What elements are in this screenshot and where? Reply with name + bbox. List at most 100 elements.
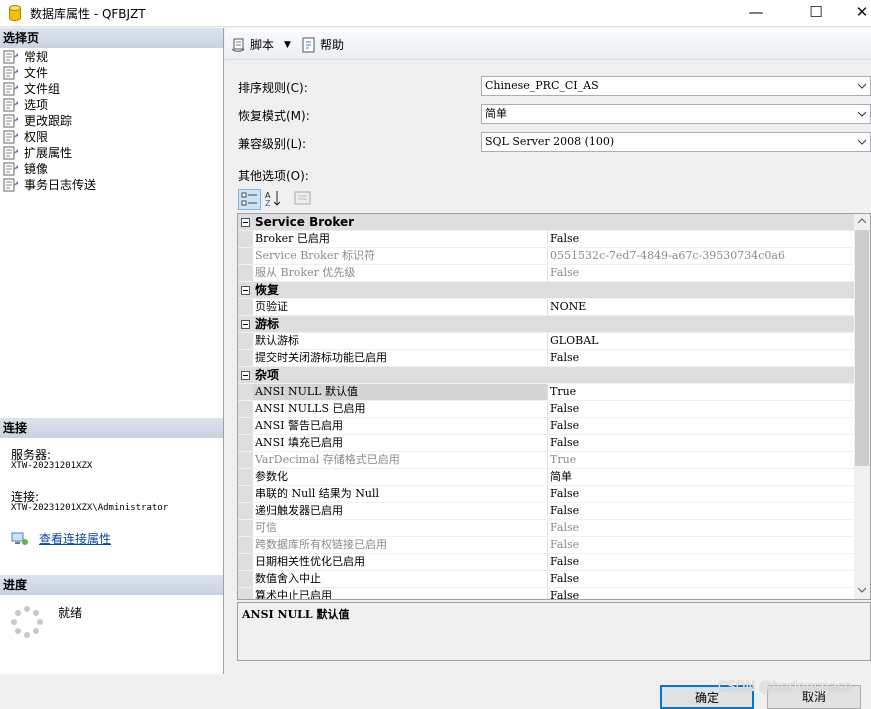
nav-item-change-tracking[interactable]: 更改跟踪 xyxy=(3,113,96,129)
property-value[interactable]: 0551532c-7ed7-4849-a67c-39530734c0a6 xyxy=(548,248,855,264)
property-value[interactable]: NONE xyxy=(548,299,855,315)
grid-scrollbar[interactable] xyxy=(854,214,870,599)
row-gutter xyxy=(238,401,253,417)
property-value[interactable]: True xyxy=(548,452,855,468)
grid-property-row[interactable]: 日期相关性优化已启用 False xyxy=(238,554,855,571)
nav-item-general[interactable]: 常规 xyxy=(3,49,96,65)
grid-property-row[interactable]: ANSI 警告已启用 False xyxy=(238,418,855,435)
minimize-button[interactable]: — xyxy=(733,0,779,26)
nav-item-label: 常规 xyxy=(24,50,49,64)
nav-item-log-shipping[interactable]: 事务日志传送 xyxy=(3,177,96,193)
grid-property-row[interactable]: ANSI NULL 默认值 True xyxy=(238,384,855,401)
window-title: 数据库属性 - QFBJZT xyxy=(30,7,146,21)
recovery-model-select[interactable]: 简单 xyxy=(481,104,871,124)
row-gutter xyxy=(238,435,253,451)
grid-property-row[interactable]: Broker 已启用 False xyxy=(238,231,855,248)
collapse-icon[interactable] xyxy=(241,217,250,227)
nav-item-filegroups[interactable]: 文件组 xyxy=(3,81,96,97)
dropdown-arrow-icon[interactable]: ▼ xyxy=(284,40,291,50)
category-name: 游标 xyxy=(255,317,280,331)
property-value[interactable]: False xyxy=(548,554,855,570)
grid-property-row[interactable]: Service Broker 标识符 0551532c-7ed7-4849-a67… xyxy=(238,248,855,265)
nav-item-files[interactable]: 文件 xyxy=(3,65,96,81)
row-gutter xyxy=(238,350,253,366)
scroll-down-icon[interactable] xyxy=(858,587,866,593)
grid-property-row[interactable]: 参数化 简单 xyxy=(238,469,855,486)
row-gutter xyxy=(238,554,253,570)
nav-item-permissions[interactable]: 权限 xyxy=(3,129,96,145)
property-name: Service Broker 标识符 xyxy=(253,248,548,264)
scroll-up-icon[interactable] xyxy=(858,218,866,224)
row-gutter xyxy=(238,418,253,434)
property-value[interactable]: False xyxy=(548,571,855,587)
chevron-down-icon xyxy=(858,111,866,117)
row-gutter[interactable] xyxy=(238,367,253,383)
scrollbar-thumb[interactable] xyxy=(855,230,869,466)
row-gutter[interactable] xyxy=(238,316,253,332)
script-button[interactable]: 脚本 ▼ xyxy=(231,36,291,53)
property-value[interactable]: False xyxy=(548,588,855,599)
property-value[interactable]: 简单 xyxy=(548,469,855,485)
property-pages-button[interactable] xyxy=(292,189,315,210)
compat-level-select[interactable]: SQL Server 2008 (100) xyxy=(481,132,871,152)
property-value[interactable]: False xyxy=(548,520,855,536)
grid-category-row[interactable]: 游标 xyxy=(238,316,855,333)
row-gutter xyxy=(238,486,253,502)
property-value[interactable]: GLOBAL xyxy=(548,333,855,349)
grid-property-row[interactable]: 提交时关闭游标功能已启用 False xyxy=(238,350,855,367)
maximize-button[interactable]: ☐ xyxy=(793,0,839,26)
property-value[interactable]: False xyxy=(548,265,855,281)
help-icon xyxy=(302,37,315,52)
progress-status: 就绪 xyxy=(58,606,83,620)
description-title: ANSI NULL 默认值 xyxy=(242,608,350,621)
property-value[interactable]: False xyxy=(548,401,855,417)
collapse-icon[interactable] xyxy=(241,370,250,380)
property-value[interactable]: False xyxy=(548,503,855,519)
grid-property-row[interactable]: ANSI 填充已启用 False xyxy=(238,435,855,452)
categorized-button[interactable] xyxy=(238,189,261,210)
row-gutter[interactable] xyxy=(238,282,253,298)
nav-item-label: 文件组 xyxy=(24,82,61,96)
property-value[interactable]: False xyxy=(548,537,855,553)
property-value[interactable]: False xyxy=(548,231,855,247)
grid-property-row[interactable]: 数值舍入中止 False xyxy=(238,571,855,588)
select-page-header: 选择页 xyxy=(0,28,223,48)
grid-property-row[interactable]: 递归触发器已启用 False xyxy=(238,503,855,520)
collapse-icon[interactable] xyxy=(241,319,250,329)
grid-property-row[interactable]: 页验证 NONE xyxy=(238,299,855,316)
collation-select[interactable]: Chinese_PRC_CI_AS xyxy=(481,76,871,96)
property-name: 数值舍入中止 xyxy=(253,571,548,587)
help-button[interactable]: 帮助 xyxy=(301,36,344,53)
grid-category-row[interactable]: 杂项 xyxy=(238,367,855,384)
grid-category-row[interactable]: 恢复 xyxy=(238,282,855,299)
row-gutter xyxy=(238,299,253,315)
grid-property-row[interactable]: ANSI NULLS 已启用 False xyxy=(238,401,855,418)
nav-item-options[interactable]: 选项 xyxy=(3,97,96,113)
grid-property-row[interactable]: VarDecimal 存储格式已启用 True xyxy=(238,452,855,469)
property-name: 串联的 Null 结果为 Null xyxy=(253,486,548,502)
property-value[interactable]: False xyxy=(548,350,855,366)
grid-property-row[interactable]: 默认游标 GLOBAL xyxy=(238,333,855,350)
collation-value: Chinese_PRC_CI_AS xyxy=(485,79,599,92)
nav-item-extended-properties[interactable]: 扩展属性 xyxy=(3,145,96,161)
view-connection-properties-link[interactable]: 查看连接属性 xyxy=(39,530,111,547)
grid-property-row[interactable]: 可信 False xyxy=(238,520,855,537)
grid-property-row[interactable]: 跨数据库所有权链接已启用 False xyxy=(238,537,855,554)
grid-property-row[interactable]: 服从 Broker 优先级 False xyxy=(238,265,855,282)
property-name: 跨数据库所有权链接已启用 xyxy=(253,537,548,553)
grid-category-row[interactable]: Service Broker xyxy=(238,214,855,231)
close-button[interactable]: ✕ xyxy=(839,0,871,26)
recovery-model-value: 简单 xyxy=(485,107,507,120)
grid-property-row[interactable]: 算术中止已启用 False xyxy=(238,588,855,599)
row-gutter[interactable] xyxy=(238,214,253,230)
collapse-icon[interactable] xyxy=(241,285,250,295)
grid-property-row[interactable]: 串联的 Null 结果为 Null False xyxy=(238,486,855,503)
script-icon xyxy=(231,38,245,52)
property-value[interactable]: False xyxy=(548,418,855,434)
nav-item-mirroring[interactable]: 镜像 xyxy=(3,161,96,177)
property-value[interactable]: False xyxy=(548,435,855,451)
alphabetical-button[interactable]: A Z xyxy=(263,189,286,210)
page-icon xyxy=(3,146,18,160)
property-value[interactable]: False xyxy=(548,486,855,502)
property-value[interactable]: True xyxy=(548,384,855,400)
